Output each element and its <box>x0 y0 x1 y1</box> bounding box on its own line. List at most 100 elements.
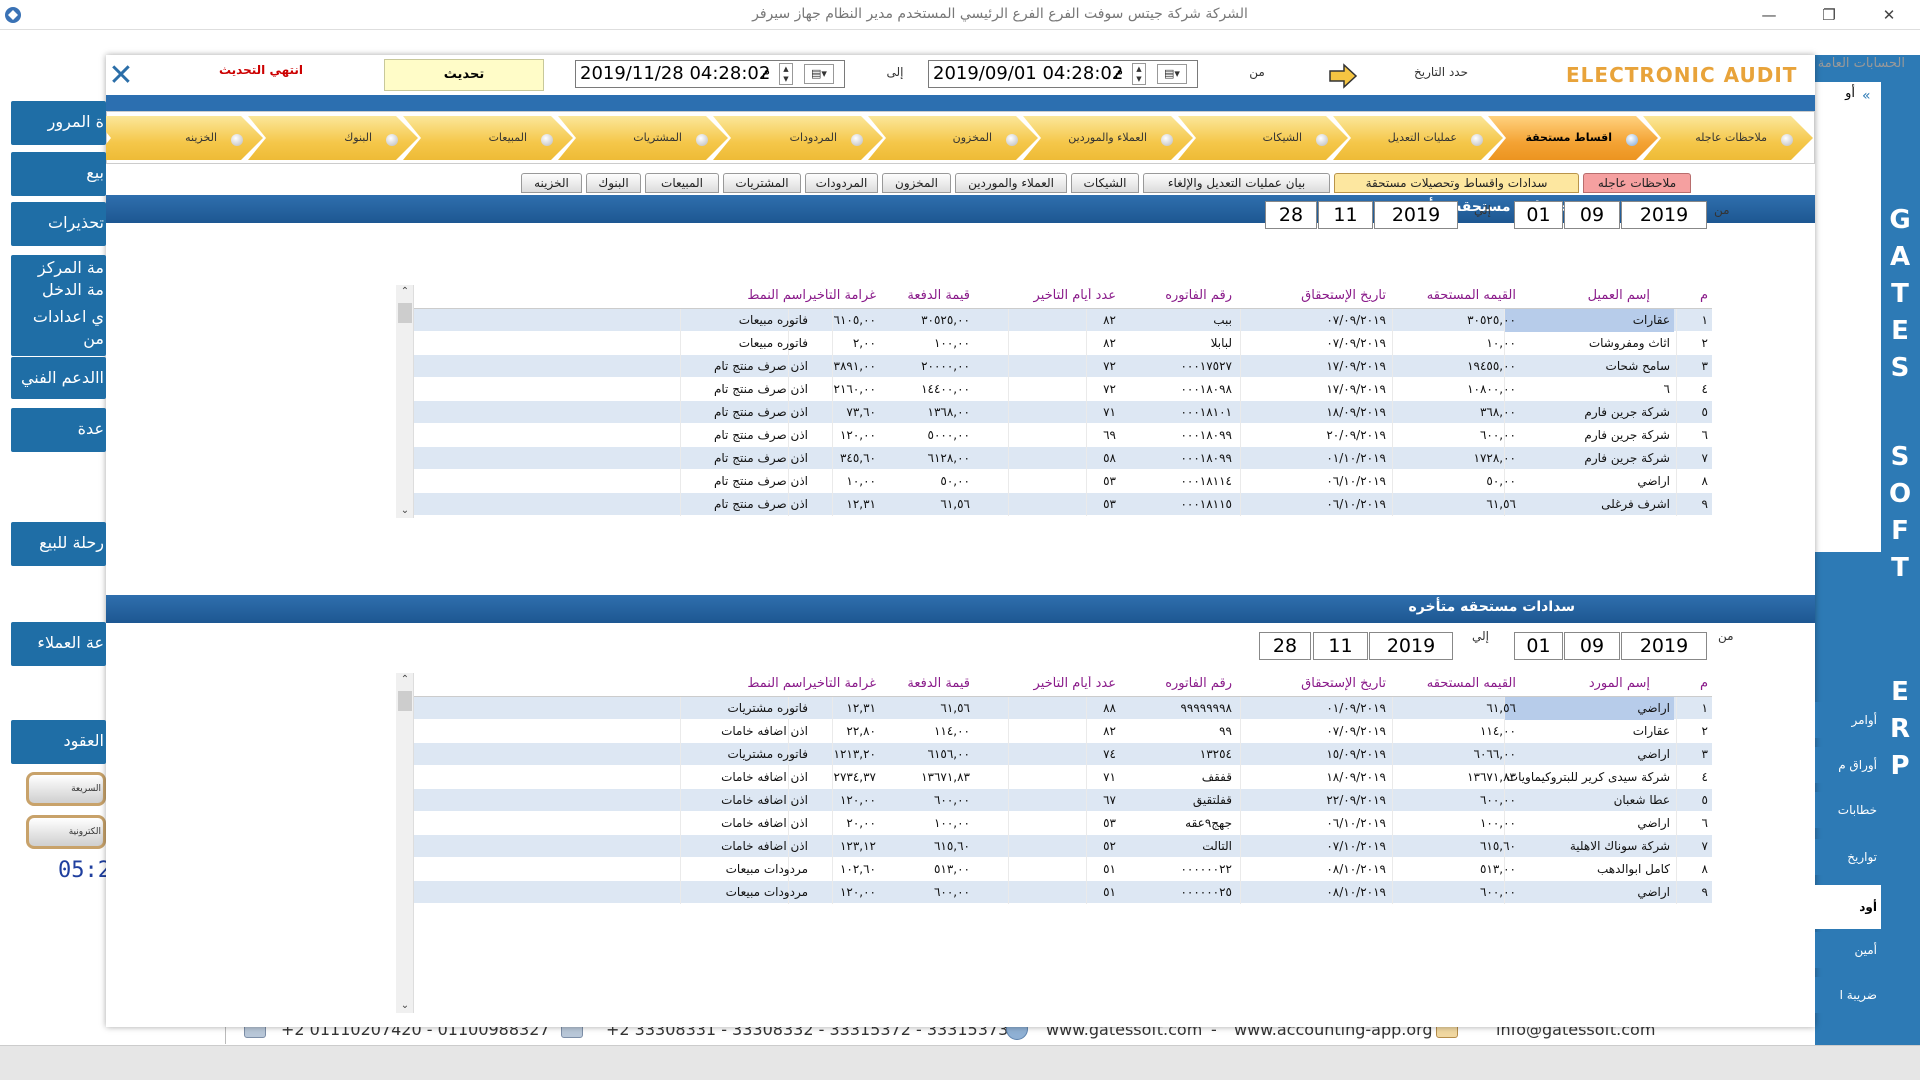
s1-to-year[interactable]: 2019 <box>1374 201 1458 229</box>
tab-6[interactable]: المردودات <box>805 173 878 193</box>
process-step-9[interactable]: البنوك <box>248 116 418 160</box>
left-menu-item-4[interactable]: ي اعدادات من <box>11 304 106 356</box>
refresh-button[interactable]: تحديث <box>384 59 544 91</box>
minimize-button[interactable]: — <box>1746 0 1792 30</box>
table-row[interactable]: ٣ اراضي ٦٠٦٦,٠٠ ١٥/٠٩/٢٠١٩ ١٣٢٥٤ ٧٤ ٦١٥٦,٠٠ ١٢١… <box>414 743 1712 766</box>
right-sidebar-item-0[interactable]: أوامر <box>1815 702 1881 738</box>
table-row[interactable]: ٣ سامح شحات ١٩٤٥٥,٠٠ ١٧/٠٩/٢٠١٩ ٠٠٠١٧٥٢٧ ٧٢ ٢٠… <box>414 355 1712 378</box>
left-menu-item-2[interactable]: تحذيرات <box>11 202 106 246</box>
s2-to-month[interactable]: 11 <box>1313 632 1368 660</box>
tab-1[interactable]: سدادات واقساط وتحصيلات مستحقة <box>1334 173 1579 193</box>
s1-to-month[interactable]: 11 <box>1318 201 1373 229</box>
s1-from-year[interactable]: 2019 <box>1621 201 1707 229</box>
arrow-right-icon[interactable] <box>1328 63 1358 89</box>
s1-to-day[interactable]: 28 <box>1265 201 1317 229</box>
table-cell: اذن صرف منتج تام <box>680 378 812 401</box>
tab-3[interactable]: الشيكات <box>1071 173 1139 193</box>
vertical-scrollbar[interactable]: ⌃ ⌄ <box>396 673 414 1013</box>
vertical-scrollbar[interactable]: ⌃ ⌄ <box>396 285 414 518</box>
from-spin-icon[interactable]: ▲ ▼ <box>1132 63 1146 85</box>
left-menu-item-3[interactable]: مة المركز مة الدخل <box>11 255 106 307</box>
process-step-4[interactable]: العملاء والموردين <box>1023 116 1193 160</box>
scroll-down-icon[interactable]: ⌄ <box>396 504 414 518</box>
process-step-1[interactable]: اقساط مستحقة <box>1488 116 1658 160</box>
table-row[interactable]: ٧ شركة جرين فارم ١٧٢٨,٠٠ ٠١/١٠/٢٠١٩ ٠٠٠١٨٠٩٩… <box>414 447 1712 470</box>
table-cell: فاتوره مشتريات <box>680 743 812 766</box>
tab-5[interactable]: المخزون <box>882 173 951 193</box>
from-calendar-icon[interactable]: ▤▾ <box>1157 64 1187 84</box>
table-row[interactable]: ٦ شركة جرين فارم ٦٠٠,٠٠ ٢٠/٠٩/٢٠١٩ ٠٠٠١٨٠٩٩ ٦… <box>414 424 1712 447</box>
table-cell: فاتوره مبيعات <box>680 332 812 355</box>
right-sidebar-item-4[interactable]: أود <box>1815 885 1881 929</box>
left-menu-item-9[interactable]: العقود <box>11 720 106 764</box>
left-menu-item-5[interactable]: االدعم الفني <box>11 357 106 399</box>
tab-7[interactable]: المشتريات <box>723 173 801 193</box>
table-row[interactable]: ٨ كامل ابوالدهب ٥١٣,٠٠ ٠٨/١٠/٢٠١٩ ٠٠٠٠٠٠٢٢ ٥١… <box>414 858 1712 881</box>
right-sidebar-item-5[interactable]: أمين <box>1815 932 1881 968</box>
s1-from-month[interactable]: 09 <box>1564 201 1620 229</box>
right-sidebar-top-item[interactable]: أو <box>1815 86 1855 101</box>
table-row[interactable]: ٦ اراضي ١٠٠,٠٠ ٠٦/١٠/٢٠١٩ جهج٩عقه ٥٣ ١٠٠,٠٠ ٢٠,… <box>414 812 1712 835</box>
s2-from-year[interactable]: 2019 <box>1621 632 1707 660</box>
table-row[interactable]: ٢ عقارات ١١٤,٠٠ ٠٧/٠٩/٢٠١٩ ٩٩ ٨٢ ١١٤,٠٠ ٢٢,٨٠ اذ… <box>414 720 1712 743</box>
s2-from-day[interactable]: 01 <box>1514 632 1563 660</box>
process-step-10[interactable]: الخزينه <box>106 116 263 160</box>
table-row[interactable]: ٩ اراضي ٦٠٠,٠٠ ٠٨/١٠/٢٠١٩ ٠٠٠٠٠٠٢٥ ٥١ ٦٠٠,٠٠ ١٢… <box>414 881 1712 904</box>
scroll-thumb[interactable] <box>398 691 412 711</box>
s1-from-day[interactable]: 01 <box>1514 201 1563 229</box>
electronic-button[interactable]: الكترونية <box>26 815 106 849</box>
scroll-up-icon[interactable]: ⌃ <box>396 673 414 687</box>
scroll-thumb[interactable] <box>398 303 412 323</box>
left-menu-item-1[interactable]: بيع <box>11 152 106 196</box>
to-calendar-icon[interactable]: ▤▾ <box>804 64 834 84</box>
table-row[interactable]: ٥ شركة جرين فارم ٣٦٨,٠٠ ١٨/٠٩/٢٠١٩ ٠٠٠١٨١٠١ ٧… <box>414 401 1712 424</box>
process-step-5[interactable]: المخزون <box>868 116 1038 160</box>
table-row[interactable]: ٩ اشرف فرغلى ٦١,٥٦ ٠٦/١٠/٢٠١٩ ٠٠٠١٨١١٥ ٥٣ ٦١,٥… <box>414 493 1712 516</box>
process-step-7[interactable]: المشتريات <box>558 116 728 160</box>
table-row[interactable]: ٤ ٦ ١٠٨٠٠,٠٠ ١٧/٠٩/٢٠١٩ ٠٠٠١٨٠٩٨ ٧٢ ١٤٤٠٠,٠٠ ٢١… <box>414 378 1712 401</box>
s2-to-day[interactable]: 28 <box>1259 632 1311 660</box>
table-row[interactable]: ٥ عطا شعبان ٦٠٠,٠٠ ٢٢/٠٩/٢٠١٩ قفلتقيق ٦٧ ٦٠٠,٠… <box>414 789 1712 812</box>
window-close-button[interactable]: ✕ <box>1866 0 1912 30</box>
table-row[interactable]: ١ اراضي ٦١,٥٦ ٠١/٠٩/٢٠١٩ ٩٩٩٩٩٩٩٨ ٨٨ ٦١,٥٦ ١٢,٣… <box>414 697 1712 720</box>
table-row[interactable]: ٢ اثاث ومفروشات ١٠,٠٠ ٠٧/٠٩/٢٠١٩ لبابلا ٨٢ ١٠٠… <box>414 332 1712 355</box>
s2-to-year[interactable]: 2019 <box>1369 632 1453 660</box>
tab-2[interactable]: بيان عمليات التعديل والإلغاء <box>1143 173 1330 193</box>
tab-10[interactable]: الخزينه <box>521 173 582 193</box>
right-sidebar-item-1[interactable]: أوراق م <box>1815 747 1881 783</box>
column-header: القيمه المستحقه <box>1426 288 1516 303</box>
table-row[interactable]: ١ عقارات ٣٠٥٢٥,٠٠ ٠٧/٠٩/٢٠١٩ ببب ٨٢ ٣٠٥٢٥,٠٠ ٦١… <box>414 309 1712 332</box>
right-sidebar-item-6[interactable]: ضريبة ا <box>1815 977 1881 1013</box>
from-datetime-picker[interactable]: 2019/09/01 04:28:02 م ▲ ▼ ▤▾ <box>928 60 1198 88</box>
right-sidebar-item-2[interactable]: خطابات <box>1815 792 1881 828</box>
right-sidebar-item-3[interactable]: تواريخ <box>1815 839 1881 875</box>
tab-4[interactable]: العملاء والموردين <box>955 173 1067 193</box>
left-menu-item-6[interactable]: عدة <box>11 408 106 452</box>
to-spin-icon[interactable]: ▲ ▼ <box>779 63 793 85</box>
table-cell: ٦٩ <box>1008 424 1120 447</box>
table-cell: ١٥/٠٩/٢٠١٩ <box>1240 743 1390 766</box>
to-datetime-picker[interactable]: 2019/11/28 04:28:02 م ▲ ▼ ▤▾ <box>575 60 845 88</box>
scroll-down-icon[interactable]: ⌄ <box>396 999 414 1013</box>
table-row[interactable]: ٨ اراضي ٥٠,٠٠ ٠٦/١٠/٢٠١٩ ٠٠٠١٨١١٤ ٥٣ ٥٠,٠٠ ١٠,٠… <box>414 470 1712 493</box>
left-menu-item-0[interactable]: ة المرور <box>11 101 106 145</box>
table-row[interactable]: ٧ شركة سوناك الاهلية ٦١٥,٦٠ ٠٧/١٠/٢٠١٩ التال… <box>414 835 1712 858</box>
collapse-icon[interactable]: « <box>1862 88 1878 104</box>
process-step-0[interactable]: ملاحظات عاجله <box>1643 116 1813 160</box>
process-step-3[interactable]: الشيكات <box>1178 116 1348 160</box>
left-menu-item-8[interactable]: عة العملاء <box>11 622 106 666</box>
tab-0[interactable]: ملاحظات عاجله <box>1583 173 1691 193</box>
s2-from-month[interactable]: 09 <box>1564 632 1620 660</box>
close-icon[interactable]: ✕ <box>106 61 136 91</box>
table-row[interactable]: ٤ شركة سيدى كرير للبتروكيماويات ١٣٦٧١,٨٣ ١٨… <box>414 766 1712 789</box>
scroll-up-icon[interactable]: ⌃ <box>396 285 414 299</box>
table-cell: ٣ <box>1676 355 1712 378</box>
quick-button[interactable]: السريعة <box>26 772 106 806</box>
tab-9[interactable]: البنوك <box>586 173 641 193</box>
restore-button[interactable]: ❐ <box>1806 0 1852 30</box>
process-step-2[interactable]: عمليات التعديل <box>1333 116 1503 160</box>
process-step-8[interactable]: المبيعات <box>403 116 573 160</box>
tab-8[interactable]: المبيعات <box>645 173 719 193</box>
process-step-6[interactable]: المردودات <box>713 116 883 160</box>
left-menu-item-7[interactable]: رحلة للبيع <box>11 522 106 566</box>
